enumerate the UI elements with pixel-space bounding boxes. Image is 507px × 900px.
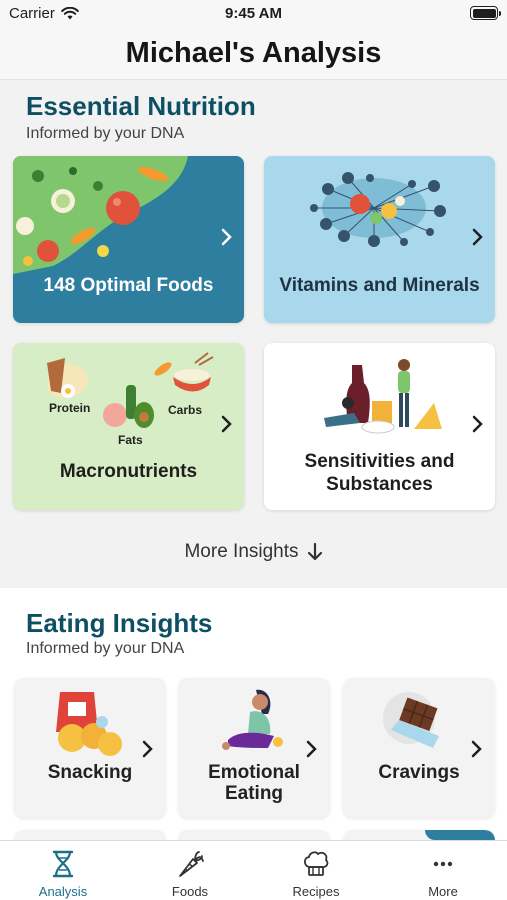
chevron-right-icon (472, 415, 483, 433)
essential-nutrition-section: Essential Nutrition Informed by your DNA… (0, 81, 507, 588)
chevron-right-icon (221, 415, 232, 433)
tab-more[interactable]: More (380, 841, 506, 900)
molecules-illustration (310, 172, 446, 247)
tab-analysis[interactable]: Analysis (0, 841, 126, 900)
tab-recipes[interactable]: Recipes (253, 841, 379, 900)
status-bar: Carrier 9:45 AM (0, 0, 507, 28)
fats-tag: Fats (118, 433, 143, 447)
optimal-foods-card[interactable]: 148 Optimal Foods (13, 156, 244, 323)
more-insights-label: More Insights (184, 541, 299, 562)
tab-bar: Analysis Foods Recipes More (0, 840, 507, 900)
carbs-tag: Carbs (168, 403, 203, 417)
more-insights-button[interactable]: More Insights (0, 541, 507, 563)
section-title: Eating Insights (26, 608, 213, 638)
tab-label: Foods (171, 884, 209, 899)
section-title: Essential Nutrition (26, 91, 256, 121)
section-subtitle: Informed by your DNA (26, 640, 185, 657)
battery-icon (470, 6, 501, 20)
chevron-right-icon (472, 228, 483, 246)
card-label: Snacking (47, 762, 133, 783)
page-title: Michael's Analysis (125, 37, 382, 69)
card-label: Emotional Eating (208, 762, 300, 804)
card-label: Vitamins and Minerals (279, 275, 480, 296)
tab-foods[interactable]: Foods (127, 841, 253, 900)
macronutrients-card[interactable]: Protein Carbs Fats Macronutrients (13, 343, 244, 510)
protein-tag: Protein (49, 401, 91, 415)
cravings-card[interactable]: Cravings (343, 678, 495, 818)
vegetables-illustration (13, 156, 188, 274)
chevron-right-icon (471, 740, 482, 758)
card-badge (425, 830, 495, 840)
card-label: Macronutrients (59, 461, 198, 482)
section-subtitle: Informed by your DNA (26, 125, 185, 142)
navigation-bar: Michael's Analysis (0, 28, 507, 80)
status-time: 9:45 AM (225, 5, 282, 22)
tab-label: Recipes (292, 884, 340, 899)
chevron-right-icon (142, 740, 153, 758)
vitamins-minerals-card[interactable]: Vitamins and Minerals (264, 156, 495, 323)
emotional-eating-card[interactable]: Emotional Eating (178, 678, 330, 818)
chef-hat-icon (303, 851, 329, 876)
eating-insights-section: Eating Insights Informed by your DNA Sna… (0, 588, 507, 860)
carrot-icon (179, 851, 204, 877)
arrow-down-icon (307, 543, 322, 561)
chevron-right-icon (306, 740, 317, 758)
card-label: Sensitivities and Substances (304, 451, 455, 495)
tab-label: Analysis (38, 884, 88, 899)
ellipsis-icon (433, 861, 453, 867)
macronutrient-foods-illustration (46, 352, 214, 428)
tab-label: More (428, 884, 458, 899)
card-label: 148 Optimal Foods (43, 275, 214, 296)
chevron-right-icon (221, 228, 232, 246)
sensitivities-substances-card[interactable]: Sensitivities and Substances (264, 343, 495, 510)
card-label: Cravings (378, 762, 460, 783)
hourglass-dna-icon (52, 850, 74, 878)
snacking-card[interactable]: Snacking (14, 678, 166, 818)
